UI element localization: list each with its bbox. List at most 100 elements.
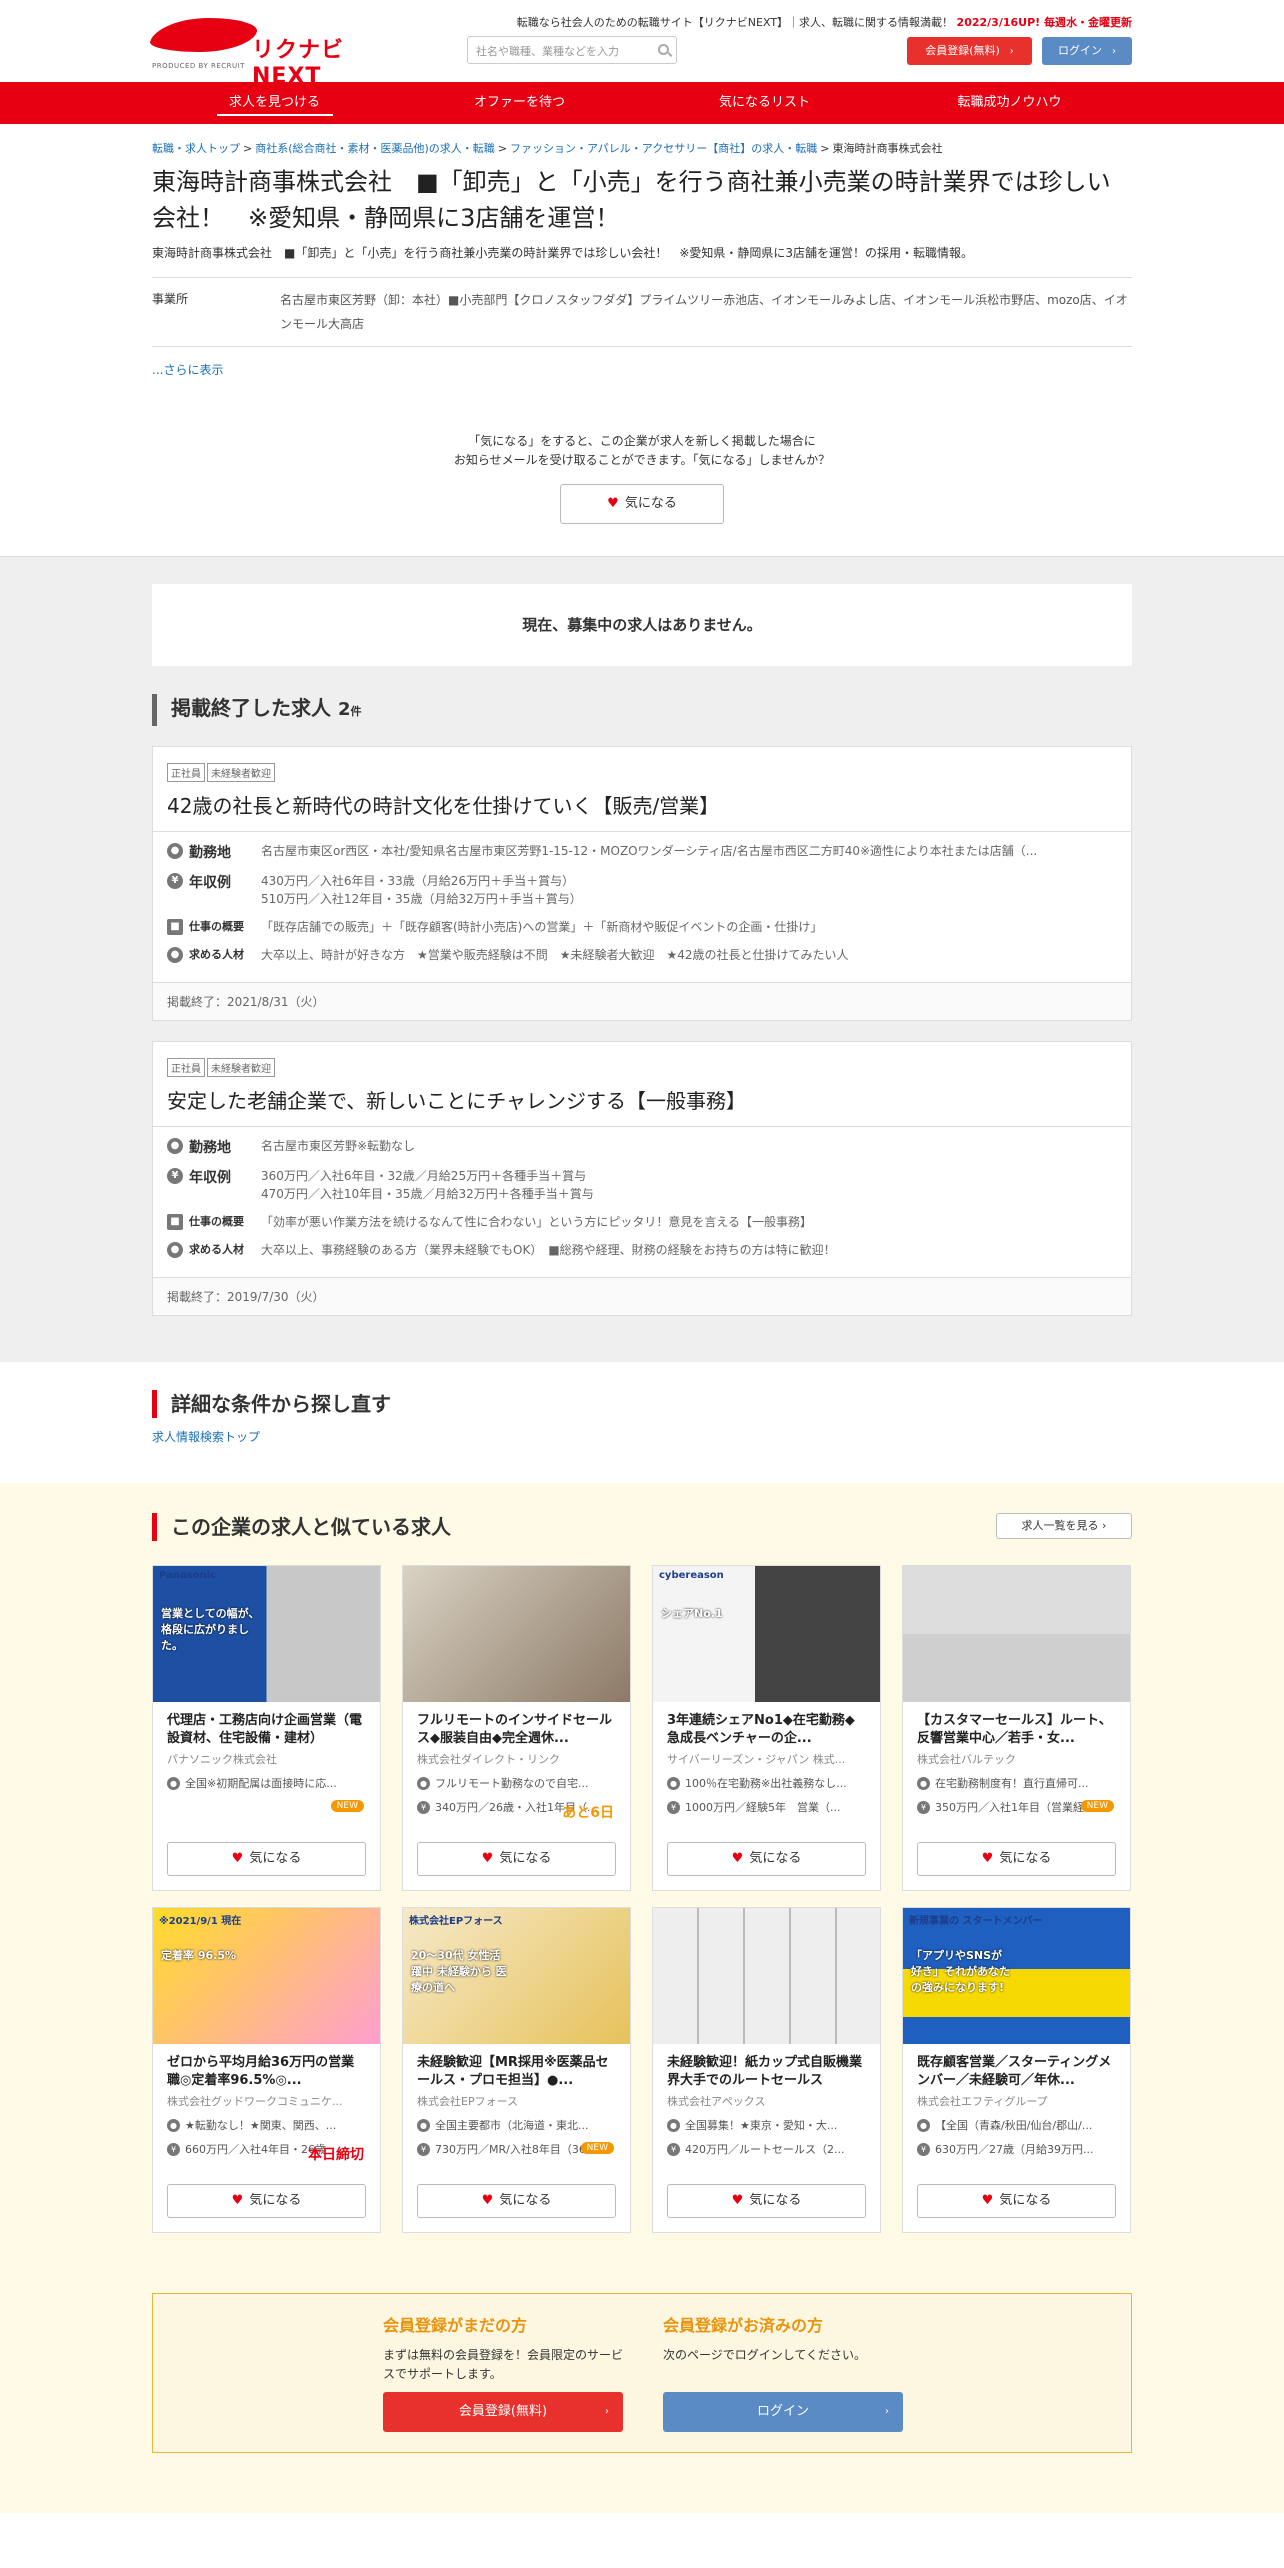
yen-icon: ¥	[167, 873, 183, 889]
nav-knowhow[interactable]: 転職成功ノウハウ	[887, 82, 1132, 124]
nav-offers[interactable]: オファーを待つ	[397, 82, 642, 124]
similar-job-card[interactable]: 新規事業の スタートメンバー「アプリやSNSが好き」それがあなたの強みになります…	[902, 1907, 1131, 2233]
page-subtitle: 東海時計商事株式会社 ■「卸売」と「小売」を行う商社兼小売業の時計業界では珍しい…	[152, 246, 974, 260]
job-thumbnail[interactable]: ※2021/9/1 現在 定着率 96.5%	[153, 1908, 380, 2044]
breadcrumb-category[interactable]: ファッション・アパレル・アクセサリー【商社】の求人・転職	[510, 142, 817, 155]
thumbnail-brand: 新規事業の スタートメンバー	[909, 1916, 1043, 1927]
yen-icon: ¥	[667, 1800, 680, 1814]
similar-job-card[interactable]: cybereason シェアNo.1 3年連続シェアNo1◆在宅勤務◆急成長ベンチャ…	[652, 1565, 881, 1891]
favorite-button[interactable]: ♥ 気になる	[417, 1842, 616, 1876]
heart-icon: ♥	[731, 2193, 744, 2208]
job-thumbnail[interactable]	[403, 1566, 630, 1702]
member-box: 会員登録がまだの方 まずは無料の会員登録を！会員限定のサービスでサポートします。…	[152, 2293, 1132, 2453]
company-name: 株式会社EPフォース	[417, 2095, 519, 2108]
job-title[interactable]: 未経験歓迎！紙カップ式自販機業界大手でのルートセールス	[667, 2054, 866, 2090]
job-title[interactable]: ゼロから平均月給36万円の営業職◎定着率96.5%◎...	[167, 2054, 366, 2090]
thumbnail-caption: 営業としての幅が、格段に広がりました。	[161, 1607, 260, 1652]
logo-sub: PRODUCED BY RECRUIT	[152, 62, 245, 70]
follow-company-button[interactable]: ♥ 気になる	[560, 484, 724, 524]
job-title[interactable]: フルリモートのインサイドセールス◆服装自由◆完全週休...	[417, 1712, 616, 1748]
show-more-link[interactable]: ...さらに表示	[152, 361, 1132, 378]
search-top-link[interactable]: 求人情報検索トップ	[152, 1428, 1132, 1445]
search-input[interactable]: 社名や職種、業種などを入力	[467, 36, 677, 64]
job-location: ★転勤なし！★関東、関西、...	[185, 2119, 337, 2132]
nav-favorites[interactable]: 気になるリスト	[642, 82, 887, 124]
job-title[interactable]: 【カスタマーセールス】ルート、反響営業中心／若手・女...	[917, 1712, 1116, 1748]
similar-job-card[interactable]: フルリモートのインサイドセールス◆服装自由◆完全週休... 株式会社ダイレクト・リ…	[402, 1565, 631, 1891]
yen-icon: ¥	[167, 2142, 180, 2156]
job-card[interactable]: 正社員 未経験者歓迎 安定した老舗企業で、新しいことにチャレンジする【一般事務】 …	[152, 1041, 1132, 1316]
favorite-button[interactable]: ♥ 気になる	[667, 1842, 866, 1876]
job-title[interactable]: 3年連続シェアNo1◆在宅勤務◆急成長ベンチャーの企...	[667, 1712, 866, 1748]
job-location: 全国主要都市（北海道・東北...	[435, 2119, 589, 2132]
job-summary: 「効率が悪い作業方法を続けるなんて性に合わない」という方にピッタリ！意見を言える…	[261, 1215, 813, 1229]
breadcrumb-top[interactable]: 転職・求人トップ	[152, 142, 240, 155]
detail-search-section: 詳細な条件から探し直す 求人情報検索トップ	[152, 1362, 1132, 1483]
register-button[interactable]: 会員登録(無料) ›	[907, 37, 1032, 65]
job-title[interactable]: 既存顧客営業／スターティングメンバー／未経験可／年休...	[917, 2054, 1116, 2090]
member-left-text: まずは無料の会員登録を！会員限定のサービスでサポートします。	[383, 2348, 624, 2381]
job-end-date: 掲載終了：2019/7/30（火）	[153, 1277, 1131, 1315]
favorite-button[interactable]: ♥ 気になる	[167, 1842, 366, 1876]
similar-job-card[interactable]: 未経験歓迎！紙カップ式自販機業界大手でのルートセールス 株式会社アペックス ● 全国募…	[652, 1907, 881, 2233]
job-thumbnail[interactable]: 新規事業の スタートメンバー「アプリやSNSが好き」それがあなたの強みになります…	[903, 1908, 1130, 2044]
company-name: 株式会社バルテック	[917, 1753, 1016, 1766]
similar-job-card[interactable]: 【カスタマーセールス】ルート、反響営業中心／若手・女... 株式会社バルテック ● 在…	[902, 1565, 1131, 1891]
member-login-button[interactable]: ログイン ›	[663, 2392, 903, 2432]
thumbnail-caption: 20〜30代 女性活躍中 未経験から 医療の道へ	[411, 1949, 507, 1994]
favorite-button[interactable]: ♥ 気になる	[417, 2184, 616, 2218]
job-thumbnail[interactable]	[653, 1908, 880, 2044]
job-list-button[interactable]: 求人一覧を見る ›	[996, 1513, 1132, 1539]
location-pin-icon: ●	[667, 2118, 680, 2132]
site-logo[interactable]: リクナビNEXT PRODUCED BY RECRUIT	[147, 18, 352, 89]
similar-job-card[interactable]: Panasonic 営業としての幅が、格段に広がりました。代理店・工務店向け企画営…	[152, 1565, 381, 1891]
office-row: 事業所 名古屋市東区芳野（卸：本社）■小売部門【クロノスタッフダダ】プライムツリ…	[152, 277, 1132, 347]
job-thumbnail[interactable]	[903, 1566, 1130, 1702]
job-salary: 430万円／入社6年目・33歳（月給26万円＋手当＋賞与） 510万円／入社12年…	[261, 874, 582, 906]
heart-icon: ♥	[981, 2193, 994, 2208]
favorite-button[interactable]: ♥ 気になる	[167, 2184, 366, 2218]
member-register-button[interactable]: 会員登録(無料) ›	[383, 2392, 623, 2432]
similar-job-card[interactable]: 株式会社EPフォース 20〜30代 女性活躍中 未経験から 医療の道へ 未経験歓迎【…	[402, 1907, 631, 2233]
job-title[interactable]: 42歳の社長と新時代の時計文化を仕掛けていく【販売/営業】	[167, 790, 1117, 819]
login-button[interactable]: ログイン ›	[1042, 37, 1132, 65]
job-title[interactable]: 代理店・工務店向け企画営業（電設資材、住宅設備・建材）	[167, 1712, 366, 1748]
similar-job-card[interactable]: ※2021/9/1 現在 定着率 96.5% ゼロから平均月給36万円の営業職◎定着…	[152, 1907, 381, 2233]
briefcase-icon: ■	[167, 919, 183, 935]
job-thumbnail[interactable]: cybereason シェアNo.1	[653, 1566, 880, 1702]
location-pin-icon: ●	[167, 1138, 183, 1154]
thumbnail-caption: 「アプリやSNSが好き」それがあなたの強みになります!	[911, 1949, 1010, 1994]
follow-text: 「気になる」をすると、この企業が求人を新しく掲載した場合に お知らせメールを受け…	[453, 434, 831, 467]
job-tag: 正社員	[167, 763, 205, 782]
job-thumbnail[interactable]: 株式会社EPフォース 20〜30代 女性活躍中 未経験から 医療の道へ	[403, 1908, 630, 2044]
search-icon[interactable]	[658, 44, 669, 55]
header-tagline: 転職なら社会人のための転職サイト【リクナビNEXT】｜求人、転職に関する情報満載…	[517, 14, 1132, 30]
job-title[interactable]: 安定した老舗企業で、新しいことにチャレンジする【一般事務】	[167, 1085, 1117, 1114]
heart-icon: ♥	[481, 1851, 494, 1866]
yen-icon: ¥	[417, 1800, 430, 1814]
chevron-right-icon: ›	[1102, 1519, 1107, 1532]
favorite-button[interactable]: ♥ 気になる	[917, 2184, 1116, 2218]
nav-find-jobs[interactable]: 求人を見つける	[152, 82, 397, 124]
similar-jobs-grid: Panasonic 営業としての幅が、格段に広がりました。代理店・工務店向け企画営…	[152, 1565, 1132, 2233]
breadcrumb-industry[interactable]: 商社系(総合商社・素材・医薬品他)の求人・転職	[255, 142, 495, 155]
location-pin-icon: ●	[917, 1776, 930, 1790]
job-requirements: 大卒以上、事務経験のある方（業界未経験でもOK） ■総務や経理、財務の経験をお持…	[261, 1243, 836, 1257]
favorite-button[interactable]: ♥ 気になる	[917, 1842, 1116, 1876]
job-location: 100％在宅勤務※出社義務なし...	[685, 1777, 847, 1790]
company-name: 株式会社グッドワークコミュニケ...	[167, 2095, 343, 2108]
member-left-heading: 会員登録がまだの方	[383, 2316, 528, 2335]
status-badge: 本日締切	[308, 2147, 364, 2163]
yen-icon: ¥	[417, 2142, 430, 2156]
favorite-button[interactable]: ♥ 気になる	[667, 2184, 866, 2218]
job-title[interactable]: 未経験歓迎【MR採用※医薬品セールス・プロモ担当】●...	[417, 2054, 616, 2090]
thumbnail-brand: cybereason	[659, 1570, 724, 1581]
job-card[interactable]: 正社員 未経験者歓迎 42歳の社長と新時代の時計文化を仕掛けていく【販売/営業】 …	[152, 746, 1132, 1021]
person-icon: ●	[167, 1242, 183, 1258]
office-label: 事業所	[152, 292, 189, 306]
job-thumbnail[interactable]: Panasonic 営業としての幅が、格段に広がりました。	[153, 1566, 380, 1702]
chevron-right-icon: ›	[605, 2406, 609, 2417]
company-name: 株式会社ダイレクト・リンク	[417, 1753, 560, 1766]
job-summary: 「既存店舗での販売」＋「既存顧客(時計小売店)への営業」＋「新商材や販促イベント…	[261, 920, 823, 934]
job-end-date: 掲載終了：2021/8/31（火）	[153, 982, 1131, 1020]
